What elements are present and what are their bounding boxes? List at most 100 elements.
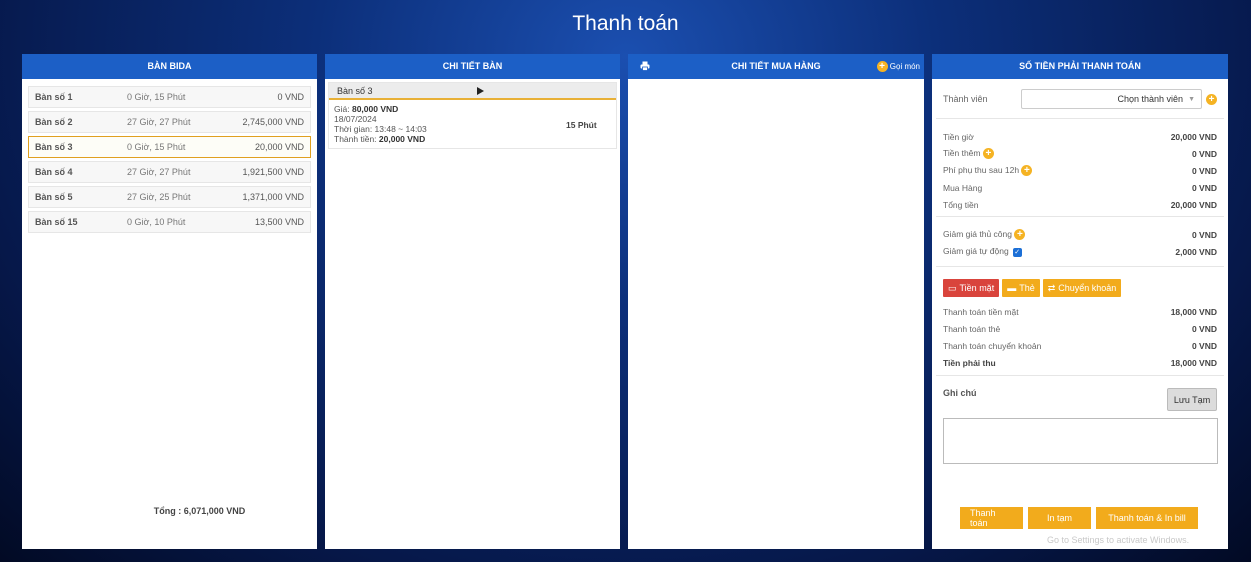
purchase-value: 0 VND bbox=[1191, 182, 1217, 193]
auto-discount-value: 2,000 VND bbox=[1175, 246, 1217, 257]
table-amount: 2,745,000 VND bbox=[242, 117, 304, 127]
table-row[interactable]: Bàn số 5 27 Giờ, 25 Phút 1,371,000 VND bbox=[28, 186, 311, 208]
note-section: Ghi chú Lưu Tạm bbox=[936, 379, 1224, 472]
transfer-pay-value: 0 VND bbox=[1191, 340, 1217, 351]
table-name: Bàn số 4 bbox=[35, 167, 73, 177]
save-temp-button[interactable]: Lưu Tạm bbox=[1167, 388, 1217, 411]
table-row[interactable]: Bàn số 3 0 Giờ, 15 Phút 20,000 VND bbox=[28, 136, 311, 158]
hour-fee-value: 20,000 VND bbox=[1170, 131, 1217, 142]
due-value: 18,000 VND bbox=[1170, 357, 1217, 368]
extra-fee-value: 0 VND bbox=[1191, 148, 1217, 159]
auto-discount-checkbox[interactable]: ✓ bbox=[1012, 247, 1022, 257]
surcharge-value: 0 VND bbox=[1191, 165, 1217, 176]
table-time: 0 Giờ, 10 Phút bbox=[127, 217, 186, 227]
cash-button[interactable]: ▭ Tiền mặt bbox=[943, 279, 1000, 297]
note-textarea[interactable] bbox=[943, 418, 1218, 464]
table-time: 27 Giờ, 27 Phút bbox=[127, 117, 191, 127]
table-time: 0 Giờ, 15 Phút bbox=[127, 92, 186, 102]
tables-total: Tổng : 6,071,000 VND bbox=[22, 506, 317, 516]
table-amount: 20,000 VND bbox=[254, 142, 304, 152]
manual-discount-text: Giảm giá thủ công bbox=[943, 228, 1012, 239]
add-discount-icon[interactable]: + bbox=[1014, 229, 1026, 241]
table-amount: 1,921,500 VND bbox=[242, 167, 304, 177]
member-select-value: Chọn thành viên bbox=[1117, 94, 1184, 104]
tables-total-text: Tổng : 6,071,000 VND bbox=[153, 506, 246, 516]
cash-pay-label: Thanh toán tiền mặt bbox=[943, 306, 1019, 317]
table-name: Bàn số 5 bbox=[35, 192, 73, 202]
transfer-button-label: Chuyển khoản bbox=[1058, 283, 1117, 293]
payment-header: SỐ TIỀN PHẢI THANH TOÁN bbox=[932, 54, 1228, 79]
order-button[interactable]: + Gọi món bbox=[876, 54, 920, 79]
table-row[interactable]: Bàn số 4 27 Giờ, 27 Phút 1,921,500 VND bbox=[28, 161, 311, 183]
table-detail-body: Giá: 80,000 VND 18/07/2024 Thời gian: 13… bbox=[329, 100, 616, 148]
card-pay-value: 0 VND bbox=[1191, 323, 1217, 334]
member-label: Thành viên bbox=[943, 94, 988, 104]
cash-icon: ▭ bbox=[948, 282, 957, 293]
table-detail-name: Bàn số 3 bbox=[337, 85, 373, 96]
table-list: Bàn số 1 0 Giờ, 15 Phút 0 VND Bàn số 2 27 Gi… bbox=[22, 79, 317, 233]
extra-fee-label: Tiền thêm + bbox=[943, 147, 994, 160]
table-amount: 0 VND bbox=[277, 92, 304, 102]
surcharge-text: Phí phụ thu sau 12h bbox=[943, 164, 1020, 175]
card-button-label: Thẻ bbox=[1019, 283, 1035, 293]
card-button[interactable]: ▬ Thẻ bbox=[1002, 279, 1040, 297]
total-value: 20,000 VND bbox=[1170, 199, 1217, 210]
subtotal-label: Thành tiền: bbox=[334, 134, 377, 144]
purchase-detail-title: CHI TIẾT MUA HÀNG bbox=[731, 61, 821, 71]
table-row[interactable]: Bàn số 15 0 Giờ, 10 Phút 13,500 VND bbox=[28, 211, 311, 233]
table-name: Bàn số 15 bbox=[35, 217, 78, 227]
extra-fee-text: Tiền thêm bbox=[943, 147, 981, 158]
add-member-icon[interactable]: + bbox=[1206, 93, 1217, 105]
purchase-label: Mua Hàng bbox=[943, 182, 983, 193]
transfer-icon: ⇄ bbox=[1047, 282, 1056, 293]
table-row[interactable]: Bàn số 1 0 Giờ, 15 Phút 0 VND bbox=[28, 86, 311, 108]
purchase-detail-header: CHI TIẾT MUA HÀNG + Gọi món bbox=[628, 54, 924, 79]
card-pay-label: Thanh toán thẻ bbox=[943, 323, 1001, 334]
add-extra-icon[interactable]: + bbox=[982, 148, 994, 160]
table-detail-title-bar[interactable]: Bàn số 3 bbox=[329, 83, 616, 100]
pay-button[interactable]: Thanh toán bbox=[960, 507, 1023, 529]
transfer-pay-label: Thanh toán chuyển khoản bbox=[943, 340, 1042, 351]
action-buttons: Thanh toán In tạm Thanh toán & In bill bbox=[960, 507, 1198, 529]
cash-pay-value: 18,000 VND bbox=[1170, 306, 1217, 317]
table-detail-panel: CHI TIẾT BÀN Bàn số 3 Giá: 80,000 VND 18… bbox=[325, 54, 620, 549]
chevron-down-icon: ▼ bbox=[1188, 95, 1195, 103]
fees-section: Tiền giờ 20,000 VND Tiền thêm +0 VND Phí … bbox=[936, 122, 1224, 217]
purchase-detail-panel: CHI TIẾT MUA HÀNG + Gọi món bbox=[628, 54, 924, 549]
plus-icon: + bbox=[876, 61, 888, 73]
table-name: Bàn số 1 bbox=[35, 92, 73, 102]
auto-discount-label: Giảm giá tự động ✓ bbox=[943, 246, 1022, 257]
discount-section: Giảm giá thủ công +0 VND Giảm giá tự độn… bbox=[936, 220, 1224, 267]
windows-watermark: Go to Settings to activate Windows. bbox=[1047, 535, 1190, 545]
member-section: Thành viên Chọn thành viên ▼ + bbox=[936, 82, 1224, 119]
due-label: Tiền phải thu bbox=[943, 357, 996, 368]
payment-panel: SỐ TIỀN PHẢI THANH TOÁN Thành viên Chọn … bbox=[932, 54, 1228, 549]
table-detail-card[interactable]: Bàn số 3 Giá: 80,000 VND 18/07/2024 Thời… bbox=[328, 82, 617, 149]
manual-discount-value: 0 VND bbox=[1191, 229, 1217, 240]
member-select[interactable]: Chọn thành viên ▼ bbox=[1021, 89, 1202, 109]
surcharge-label: Phí phụ thu sau 12h + bbox=[943, 164, 1033, 177]
detail-minutes: 15 Phút bbox=[566, 120, 597, 130]
print-temp-button[interactable]: In tạm bbox=[1028, 507, 1091, 529]
table-amount: 1,371,000 VND bbox=[242, 192, 304, 202]
table-detail-header: CHI TIẾT BÀN bbox=[325, 54, 620, 79]
table-name: Bàn số 2 bbox=[35, 117, 73, 127]
hour-fee-label: Tiền giờ bbox=[943, 131, 974, 142]
page-title: Thanh toán bbox=[572, 12, 679, 35]
add-surcharge-icon[interactable]: + bbox=[1021, 165, 1033, 177]
cash-button-label: Tiền mặt bbox=[959, 283, 995, 293]
table-row[interactable]: Bàn số 2 27 Giờ, 27 Phút 2,745,000 VND bbox=[28, 111, 311, 133]
tables-panel-header: BÀN BIDA bbox=[22, 54, 317, 79]
play-icon[interactable] bbox=[477, 87, 484, 95]
transfer-button[interactable]: ⇄ Chuyển khoản bbox=[1042, 279, 1122, 297]
payment-method-section: ▭ Tiền mặt ▬ Thẻ ⇄ Chuyển khoản Thanh toán … bbox=[936, 270, 1224, 376]
table-amount: 13,500 VND bbox=[254, 217, 304, 227]
price-value: 80,000 VND bbox=[351, 104, 399, 114]
subtotal-value: 20,000 VND bbox=[378, 134, 426, 144]
print-icon[interactable] bbox=[640, 61, 650, 71]
table-name: Bàn số 3 bbox=[35, 142, 73, 152]
pay-print-button[interactable]: Thanh toán & In bill bbox=[1096, 507, 1198, 529]
total-label: Tổng tiền bbox=[943, 199, 979, 210]
table-time: 0 Giờ, 15 Phút bbox=[127, 142, 186, 152]
order-button-label: Gọi món bbox=[889, 62, 920, 71]
